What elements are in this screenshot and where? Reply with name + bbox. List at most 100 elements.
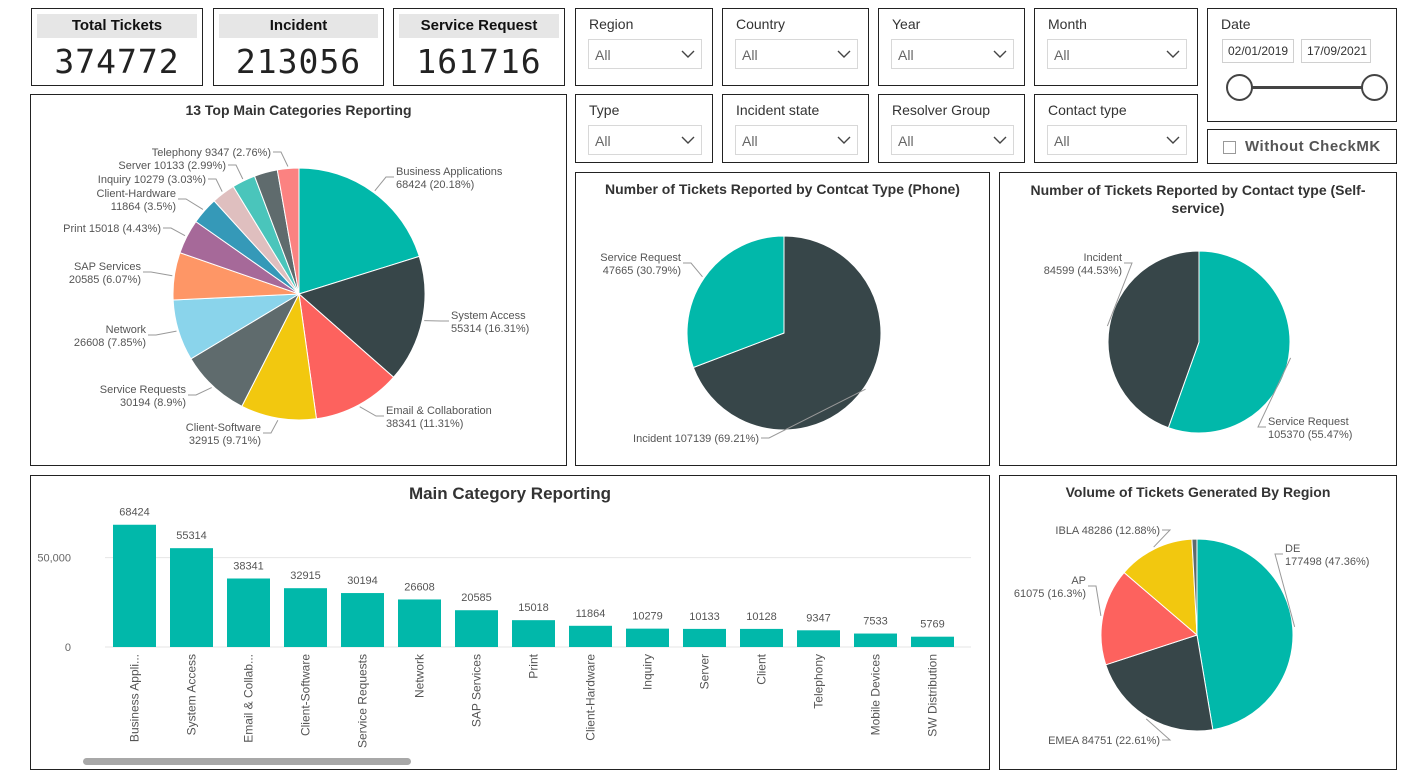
- leader-line: [163, 227, 186, 237]
- data-label: Telephony 9347 (2.76%): [152, 147, 271, 159]
- kpi-total-tickets: Total Tickets 374772: [31, 8, 203, 86]
- bar[interactable]: [797, 630, 840, 647]
- data-label: 30194: [347, 575, 378, 587]
- bar[interactable]: [227, 578, 270, 647]
- bar[interactable]: [455, 610, 498, 647]
- incident-state-dropdown[interactable]: All: [735, 125, 858, 155]
- month-dropdown[interactable]: All: [1047, 39, 1187, 69]
- leader-line: [1088, 585, 1102, 616]
- x-tick-label: Client-Software: [299, 654, 313, 736]
- date-start-input[interactable]: 02/01/2019: [1222, 39, 1294, 63]
- phone-pie: Incident 107139 (69.21%) Service Request4…: [600, 235, 882, 445]
- bar[interactable]: [170, 548, 213, 647]
- slicer-label: Type: [589, 102, 620, 118]
- data-label: 11864: [576, 608, 606, 620]
- data-label: 32915 (9.71%): [189, 435, 261, 447]
- data-label: 10279: [632, 611, 663, 623]
- slicer-year: Year All: [878, 8, 1025, 86]
- data-label: Client-Software: [186, 422, 261, 434]
- self-service-pie: Service Request105370 (55.47%) Incident84…: [1044, 250, 1352, 441]
- kpi-label: Service Request: [399, 14, 559, 38]
- date-range-track[interactable]: [1240, 86, 1374, 89]
- data-label: Client-Hardware: [97, 188, 176, 200]
- slicer-contact-type: Contact type All: [1034, 94, 1198, 163]
- bar[interactable]: [911, 636, 954, 647]
- bar[interactable]: [284, 588, 327, 647]
- leader-line: [208, 178, 223, 192]
- data-label: 11864 (3.5%): [111, 201, 176, 213]
- leader-line: [148, 330, 177, 336]
- data-label: 47665 (30.79%): [603, 265, 681, 277]
- x-tick-label: Mobile Devices: [869, 654, 883, 735]
- data-label: 38341: [233, 560, 264, 572]
- data-label: 177498 (47.36%): [1285, 556, 1369, 568]
- type-dropdown[interactable]: All: [588, 125, 702, 155]
- checkbox[interactable]: [1223, 141, 1236, 154]
- data-label: 55314: [176, 530, 207, 542]
- slicer-label: Year: [892, 16, 921, 32]
- slicer-label: Date: [1221, 16, 1251, 32]
- data-label: Incident: [1083, 252, 1122, 264]
- data-label: Network: [106, 324, 147, 336]
- dropdown-value: All: [1054, 133, 1070, 149]
- slicer-label: Country: [736, 16, 786, 32]
- x-tick-label: Server: [698, 654, 712, 689]
- chevron-down-icon: [681, 136, 695, 144]
- data-label: 30194 (8.9%): [120, 397, 186, 409]
- data-label: 9347: [806, 612, 830, 624]
- slicer-label: Incident state: [736, 102, 820, 118]
- chevron-down-icon: [681, 50, 695, 58]
- bar[interactable]: [113, 524, 156, 647]
- slicer-type: Type All: [575, 94, 713, 163]
- data-label: DE: [1285, 543, 1300, 555]
- checkbox-label: Without CheckMK: [1245, 138, 1381, 155]
- self-service-visual: Number of Tickets Reported by Contact ty…: [999, 172, 1397, 466]
- bar[interactable]: [740, 628, 783, 647]
- data-label: 20585 (6.07%): [69, 274, 141, 286]
- chevron-down-icon: [837, 136, 851, 144]
- data-label: Server 10133 (2.99%): [118, 160, 226, 172]
- bar[interactable]: [683, 628, 726, 647]
- leader-line: [359, 406, 384, 417]
- date-range-end-handle[interactable]: [1361, 74, 1388, 101]
- data-label: Email & Collaboration: [386, 405, 492, 417]
- x-tick-label: Email & Collab...: [242, 654, 256, 743]
- bar[interactable]: [398, 599, 441, 647]
- x-tick-label: Inquiry: [641, 654, 655, 690]
- bar[interactable]: [569, 625, 612, 647]
- data-label: 26608 (7.85%): [74, 337, 146, 349]
- bar[interactable]: [512, 620, 555, 647]
- data-label: 32915: [290, 570, 321, 582]
- kpi-label: Total Tickets: [37, 14, 197, 38]
- x-tick-label: Network: [413, 653, 427, 698]
- data-label: Inquiry 10279 (3.03%): [98, 174, 206, 186]
- contact-type-dropdown[interactable]: All: [1047, 125, 1187, 155]
- x-tick-label: Client: [755, 653, 769, 684]
- data-label: 38341 (11.31%): [386, 418, 463, 430]
- bar[interactable]: [626, 628, 669, 647]
- country-dropdown[interactable]: All: [735, 39, 858, 69]
- year-dropdown[interactable]: All: [891, 39, 1014, 69]
- data-label: 68424 (20.18%): [396, 179, 474, 191]
- y-tick-label: 0: [65, 642, 71, 654]
- leader-line: [178, 198, 204, 210]
- slicer-label: Region: [589, 16, 634, 32]
- resolver-group-dropdown[interactable]: All: [891, 125, 1014, 155]
- chevron-down-icon: [1166, 50, 1180, 58]
- data-label: 10133: [689, 611, 720, 623]
- date-end-input[interactable]: 17/09/2021: [1301, 39, 1371, 63]
- data-label: 84599 (44.53%): [1044, 265, 1122, 277]
- bar[interactable]: [341, 593, 384, 647]
- kpi-incident: Incident 213056: [213, 8, 384, 86]
- leader-line: [263, 420, 279, 434]
- chevron-down-icon: [993, 136, 1007, 144]
- x-tick-label: Service Requests: [356, 654, 370, 748]
- region-dropdown[interactable]: All: [588, 39, 702, 69]
- horizontal-scrollbar[interactable]: [83, 758, 411, 765]
- date-range-start-handle[interactable]: [1226, 74, 1253, 101]
- x-tick-label: Print: [527, 653, 541, 678]
- region-pie: DE177498 (47.36%) EMEA 84751 (22.61%) AP61…: [1014, 525, 1370, 747]
- without-checkmk-toggle[interactable]: Without CheckMK: [1207, 129, 1397, 164]
- bar[interactable]: [854, 633, 897, 647]
- kpi-service-request: Service Request 161716: [393, 8, 565, 86]
